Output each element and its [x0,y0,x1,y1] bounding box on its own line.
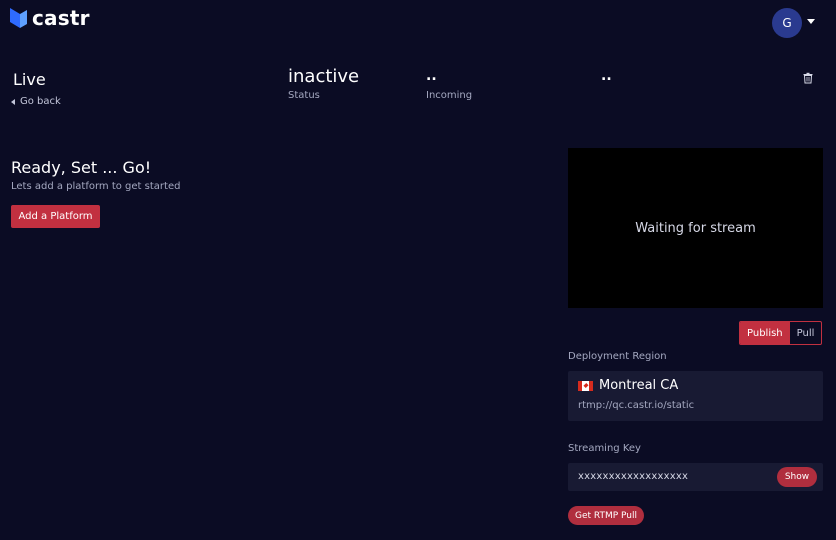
brand-logo[interactable]: castr [8,6,90,30]
ready-heading: Ready, Set ... Go! [11,158,152,177]
stream-preview: Waiting for stream [568,148,823,308]
page-title: Live [13,70,46,89]
chevron-down-icon[interactable] [807,19,815,24]
status-label: Status [288,90,320,101]
status-value: inactive [288,66,360,87]
streaming-key-value: xxxxxxxxxxxxxxxxxx [578,471,689,482]
region-url: rtmp://qc.castr.io/static [578,400,695,411]
chevron-left-icon [11,98,15,105]
add-platform-button[interactable]: Add a Platform [11,205,100,228]
canada-flag-icon [578,381,593,391]
show-key-button[interactable]: Show [777,467,817,487]
trash-icon[interactable] [802,72,814,84]
incoming-label: Incoming [426,90,473,101]
logo-text: castr [32,6,90,30]
go-back-label: Go back [20,96,61,107]
mode-toggle: Publish Pull [739,321,823,345]
streaming-key-label: Streaming Key [568,443,641,454]
user-avatar[interactable]: G [772,8,802,38]
publish-toggle-button[interactable]: Publish [740,322,790,344]
castr-logo-icon [10,8,27,28]
stat-third-value: .. [601,68,612,84]
ready-subtitle: Lets add a platform to get started [11,181,181,192]
incoming-value: .. [426,68,437,84]
go-back-link[interactable]: Go back [11,96,61,107]
get-rtmp-pull-button[interactable]: Get RTMP Pull [568,506,644,525]
waiting-text: Waiting for stream [635,220,756,236]
region-name: Montreal CA [599,378,679,393]
pull-toggle-button[interactable]: Pull [790,322,822,344]
deployment-region-label: Deployment Region [568,351,667,362]
